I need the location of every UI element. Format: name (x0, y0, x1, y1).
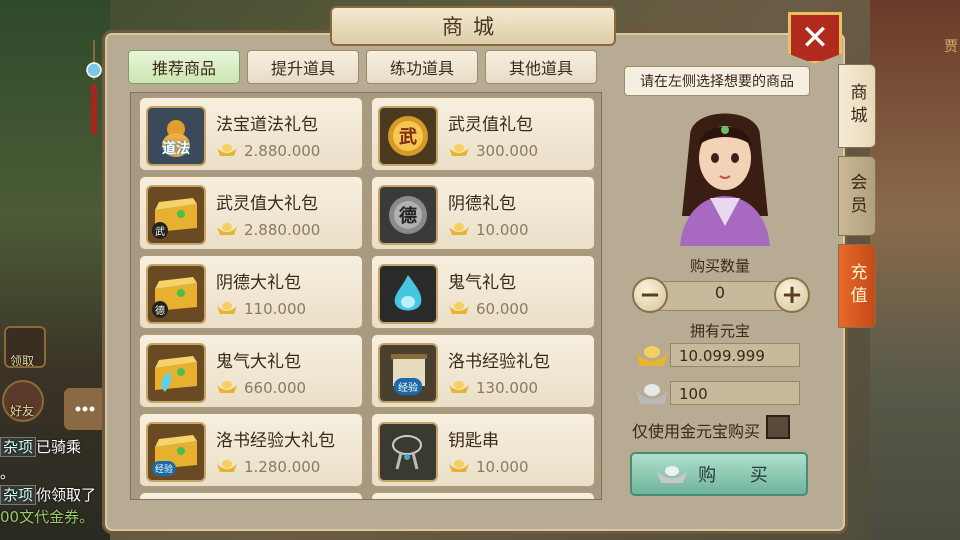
minus-icon: − (639, 280, 661, 310)
chat-line: 。 (0, 464, 16, 482)
item-price: 300.000 (476, 142, 539, 160)
treasure-chest-icon: 德 (146, 264, 206, 324)
item-name: 洛书经验礼包 (448, 352, 550, 372)
chat-line: 杂项 已骑乘 (0, 436, 104, 457)
shop-title: 商城 (330, 6, 616, 46)
item-price: 2.880.000 (244, 142, 321, 160)
item-name: 鬼气礼包 (448, 273, 516, 293)
gold-ingot-icon (636, 346, 668, 366)
item-card[interactable]: 鬼气礼包 60.000 (371, 255, 595, 329)
ghost-flame-icon (378, 264, 438, 324)
gold-ingot-icon (449, 460, 469, 472)
item-price: 10.000 (476, 458, 529, 476)
chat-bubble-button[interactable] (64, 388, 106, 430)
tab-training-items[interactable]: 练功道具 (366, 50, 478, 84)
scroll-icon: 经验 (378, 343, 438, 403)
treasure-chest-icon: 武 (146, 185, 206, 245)
increase-button[interactable]: + (774, 277, 810, 313)
tab-recommended[interactable]: 推荐商品 (128, 50, 240, 84)
item-card[interactable] (371, 492, 595, 499)
gold-ingot-icon (449, 223, 469, 235)
gold-ingot-icon (217, 302, 237, 314)
tab-other-items[interactable]: 其他道具 (485, 50, 597, 84)
item-card[interactable]: 鬼气大礼包 660.000 (139, 334, 363, 408)
plus-icon: + (781, 280, 803, 310)
side-tab-shop[interactable]: 商城 (838, 64, 876, 148)
gold-ingot-icon (217, 144, 237, 156)
item-name: 鬼气大礼包 (216, 352, 301, 372)
chat-bubble-icon (75, 406, 95, 412)
item-name: 武灵值礼包 (448, 115, 533, 135)
right-edge-text: 贾 (944, 39, 958, 55)
selection-hint: 请在左侧选择想要的商品 (624, 66, 810, 96)
treasure-chest-icon: 经验 (146, 422, 206, 482)
item-grid: 道法 法宝道法礼包 2.880.000 武 武灵值礼包 300.000 武 武灵… (130, 92, 602, 500)
item-price: 10.000 (476, 221, 529, 239)
item-card[interactable] (139, 492, 363, 499)
hanging-ornament-icon (86, 40, 102, 134)
category-tabs: 推荐商品 提升道具 练功道具 其他道具 (128, 50, 597, 84)
owned-currency-label: 拥有元宝 (689, 322, 750, 340)
item-name: 阴德礼包 (448, 194, 516, 214)
claim-label: 领取 (10, 354, 35, 368)
item-name: 武灵值大礼包 (216, 194, 318, 214)
item-price: 2.880.000 (244, 221, 321, 239)
gold-ingot-icon (217, 223, 237, 235)
item-card[interactable]: 道法 法宝道法礼包 2.880.000 (139, 97, 363, 171)
gold-balance: 10.099.999 (670, 343, 800, 367)
silver-balance: 100 (670, 381, 800, 405)
item-name: 阴德大礼包 (216, 273, 301, 293)
item-card[interactable]: 经验 洛书经验大礼包 1.280.000 (139, 413, 363, 487)
item-name: 钥匙串 (448, 431, 499, 451)
yinde-orb-icon: 德 (378, 185, 438, 245)
buy-button[interactable]: 购 买 (630, 452, 808, 496)
side-tab-vip[interactable]: 会员 (838, 156, 876, 236)
treasure-chest-icon (146, 343, 206, 403)
silver-ingot-icon (657, 466, 688, 483)
gold-ingot-icon (217, 460, 237, 472)
item-price: 60.000 (476, 300, 529, 318)
quantity-label: 购买数量 (689, 257, 750, 275)
item-price: 130.000 (476, 379, 539, 397)
tab-upgrade-items[interactable]: 提升道具 (247, 50, 359, 84)
npc-portrait (680, 113, 770, 246)
gold-ingot-icon (449, 144, 469, 156)
key-chain-icon (378, 422, 438, 482)
item-card[interactable]: 武 武灵值大礼包 2.880.000 (139, 176, 363, 250)
friends-label: 好友 (10, 404, 35, 418)
game-background-right: 贾 (870, 0, 960, 540)
item-price: 1.280.000 (244, 458, 321, 476)
side-tab-recharge[interactable]: 充值 (838, 244, 876, 328)
item-name: 洛书经验大礼包 (216, 431, 335, 451)
gold-ingot-icon (217, 381, 237, 393)
only-gold-label: 仅使用金元宝购买 (632, 422, 761, 441)
item-card[interactable]: 钥匙串 10.000 (371, 413, 595, 487)
item-card[interactable]: 德 阴德大礼包 110.000 (139, 255, 363, 329)
only-gold-checkbox[interactable] (766, 415, 790, 439)
quantity-value[interactable]: 0 (660, 283, 780, 302)
chat-line: 杂项 你领取了 (0, 484, 104, 505)
wuling-orb-icon: 武 (378, 106, 438, 166)
daofa-gourd-icon: 道法 (146, 106, 206, 166)
item-price: 660.000 (244, 379, 307, 397)
close-button[interactable]: ✕ (788, 12, 842, 64)
item-card[interactable]: 德 阴德礼包 10.000 (371, 176, 595, 250)
gold-ingot-icon (449, 381, 469, 393)
item-card[interactable]: 武 武灵值礼包 300.000 (371, 97, 595, 171)
gold-ingot-icon (449, 302, 469, 314)
silver-ingot-icon (636, 384, 668, 404)
close-icon: ✕ (800, 18, 830, 58)
item-price: 110.000 (244, 300, 307, 318)
chat-line: 00文代金券。 (0, 508, 95, 526)
item-name: 法宝道法礼包 (216, 115, 318, 135)
item-card[interactable]: 经验 洛书经验礼包 130.000 (371, 334, 595, 408)
